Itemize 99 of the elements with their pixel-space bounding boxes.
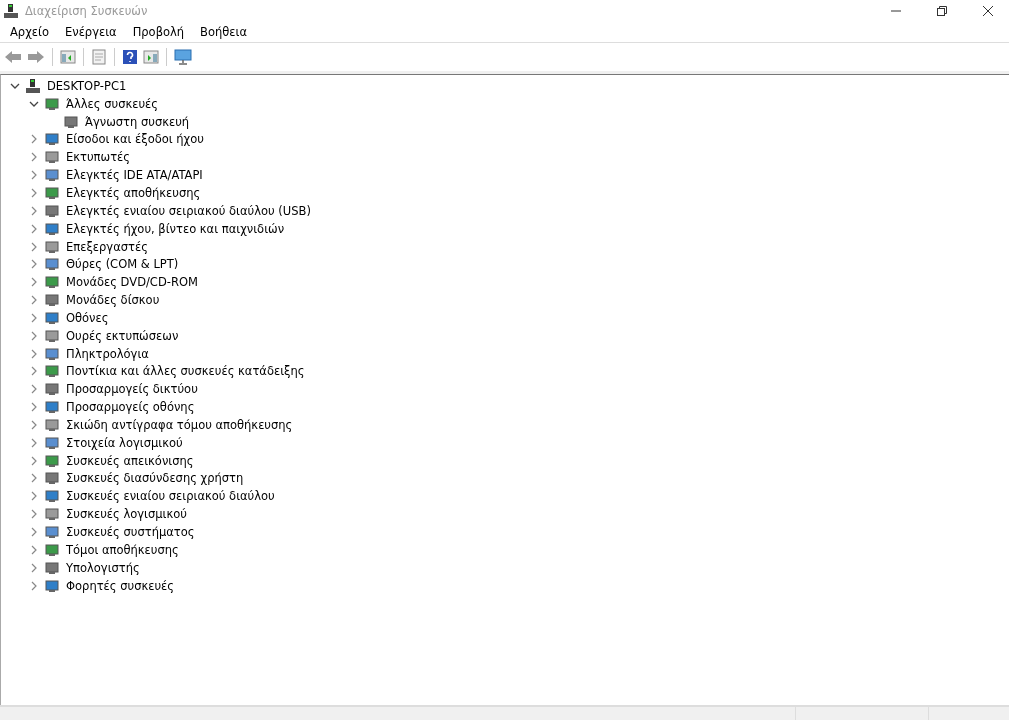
device-icon: [44, 185, 60, 201]
tree-item[interactable]: Άλλες συσκευές: [66, 96, 159, 111]
expand-chevron-icon[interactable]: [29, 509, 39, 520]
device-icon: [44, 256, 60, 273]
device-icon: [44, 95, 60, 112]
device-icon: [44, 488, 60, 505]
device-icon: [44, 220, 60, 237]
device-icon: [44, 434, 60, 451]
expand-chevron-icon[interactable]: [29, 241, 39, 252]
expand-chevron-icon[interactable]: [29, 491, 39, 502]
device-icon: [44, 577, 60, 594]
expand-chevron-icon[interactable]: [29, 330, 39, 341]
tree-item[interactable]: Θύρες (COM & LPT): [66, 257, 179, 272]
device-icon: [44, 524, 60, 540]
help-icon[interactable]: [122, 49, 138, 65]
device-icon: [44, 470, 60, 487]
forward-arrow-icon[interactable]: [27, 49, 45, 65]
menu-item[interactable]: Βοήθεια: [200, 25, 248, 39]
computer-icon: [25, 77, 41, 94]
menu-item[interactable]: Προβολή: [132, 25, 185, 39]
tree-item[interactable]: Συσκευές συστήματος: [66, 525, 195, 539]
expand-chevron-icon[interactable]: [29, 277, 39, 288]
tree-item[interactable]: Πληκτρολόγια: [66, 346, 149, 361]
device-icon: [44, 202, 60, 219]
expand-chevron-icon[interactable]: [29, 259, 39, 270]
expand-chevron-icon[interactable]: [29, 188, 39, 198]
console-tree-icon[interactable]: [60, 49, 76, 65]
expand-chevron-icon[interactable]: [29, 152, 39, 163]
tree-item[interactable]: Συσκευές διασύνδεσης χρήστη: [66, 471, 244, 486]
tree-item[interactable]: Συσκευές απεικόνισης: [66, 453, 194, 468]
tree-item[interactable]: DESKTOP-PC1: [47, 78, 127, 93]
menu-item[interactable]: Αρχείο: [10, 25, 49, 39]
menu-item[interactable]: Ενέργεια: [64, 25, 117, 39]
expand-chevron-icon[interactable]: [29, 527, 39, 537]
device-icon: [44, 559, 60, 576]
tree-item[interactable]: Ελεγκτές αποθήκευσης: [66, 186, 201, 200]
tree-item[interactable]: Προσαρμογείς οθόνης: [66, 400, 195, 415]
tree-item[interactable]: Ελεγκτές ήχου, βίντεο και παιχνιδιών: [66, 221, 285, 236]
monitor-icon[interactable]: [174, 49, 192, 65]
tree-item[interactable]: Ποντίκια και άλλες συσκευές κατάδειξης: [66, 364, 305, 379]
device-icon: [44, 167, 60, 184]
restore-icon[interactable]: [937, 6, 947, 16]
tree-item[interactable]: Τόμοι αποθήκευσης: [66, 542, 179, 557]
tree-item[interactable]: Υπολογιστής: [66, 560, 140, 575]
tree-item[interactable]: Επεξεργαστές: [66, 239, 148, 254]
device-icon: [44, 381, 60, 398]
properties-icon[interactable]: [91, 49, 107, 65]
expand-chevron-icon[interactable]: [29, 366, 39, 377]
expand-chevron-icon[interactable]: [29, 544, 39, 555]
window-title: Διαχείριση Συσκευών: [25, 4, 148, 18]
expand-chevron-icon[interactable]: [29, 312, 39, 323]
tree-item[interactable]: Ελεγκτές IDE ATA/ATAPI: [66, 168, 203, 183]
action-pane-icon[interactable]: [143, 49, 159, 65]
expand-chevron-icon[interactable]: [29, 437, 39, 448]
tree-item[interactable]: Είσοδοι και έξοδοι ήχου: [66, 132, 204, 147]
close-icon[interactable]: [983, 6, 993, 16]
tree-item[interactable]: Συσκευές λογισμικού: [66, 507, 187, 522]
expand-chevron-icon[interactable]: [29, 348, 39, 359]
tree-item[interactable]: Ελεγκτές ενιαίου σειριακού διαύλου (USB): [66, 203, 311, 218]
device-icon: [44, 149, 60, 166]
expand-chevron-icon[interactable]: [29, 455, 39, 466]
computer-icon: [3, 3, 19, 19]
expand-chevron-icon[interactable]: [29, 419, 39, 430]
device-icon: [44, 506, 60, 523]
device-icon: [44, 327, 60, 344]
tree-item[interactable]: Φορητές συσκευές: [66, 578, 175, 593]
expand-chevron-icon[interactable]: [29, 205, 39, 216]
expand-chevron-icon[interactable]: [29, 402, 39, 413]
device-icon: [44, 238, 60, 255]
device-icon: [44, 416, 60, 433]
expand-chevron-icon[interactable]: [29, 295, 39, 306]
expand-chevron-icon[interactable]: [29, 562, 39, 573]
device-icon: [44, 309, 60, 326]
device-icon: [44, 399, 60, 416]
device-icon: [44, 274, 60, 291]
tree-item[interactable]: Μονάδες δίσκου: [66, 293, 160, 308]
device-icon: [44, 452, 60, 469]
tree-item[interactable]: Οθόνες: [66, 310, 109, 325]
expand-chevron-icon[interactable]: [29, 580, 39, 591]
device-icon: [44, 345, 60, 362]
device-icon: [44, 363, 60, 380]
tree-item[interactable]: Προσαρμογείς δικτύου: [66, 382, 198, 397]
tree-item[interactable]: Άγνωστη συσκευή: [85, 114, 190, 129]
tree-item[interactable]: Ουρές εκτυπώσεων: [66, 328, 179, 343]
tree-item[interactable]: Στοιχεία λογισμικού: [66, 435, 183, 450]
tree-item[interactable]: Συσκευές ενιαίου σειριακού διαύλου: [66, 489, 275, 504]
device-icon: [44, 292, 60, 309]
expand-chevron-icon[interactable]: [29, 134, 39, 145]
expand-chevron-icon[interactable]: [29, 170, 39, 181]
tree-item[interactable]: Εκτυπωτές: [66, 150, 131, 165]
back-arrow-icon[interactable]: [4, 49, 22, 65]
expand-chevron-icon[interactable]: [29, 384, 39, 395]
tree-item[interactable]: Μονάδες DVD/CD-ROM: [66, 275, 198, 290]
device-icon: [63, 113, 79, 130]
device-icon: [44, 541, 60, 558]
device-icon: [44, 131, 60, 148]
expand-chevron-icon[interactable]: [29, 473, 39, 484]
expand-chevron-icon[interactable]: [29, 223, 39, 234]
tree-item[interactable]: Σκιώδη αντίγραφα τόμου αποθήκευσης: [66, 417, 293, 432]
